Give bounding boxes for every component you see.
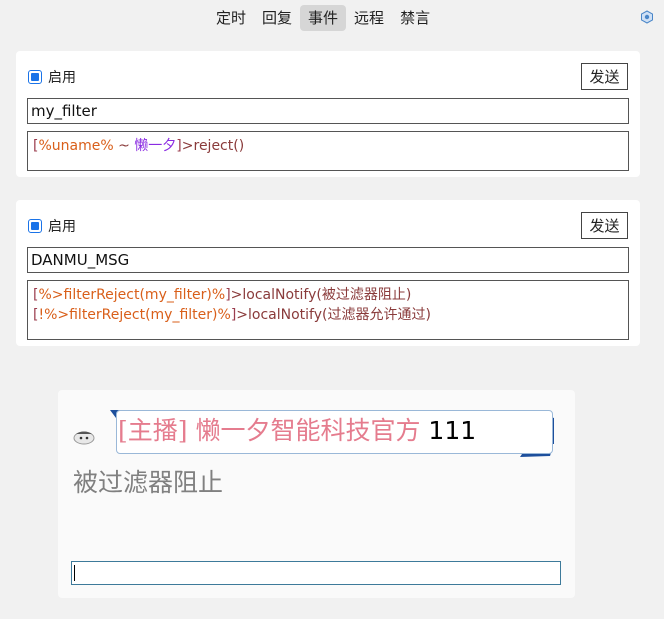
enable-toggle[interactable]: 启用 xyxy=(28,67,76,87)
rule-card: 启用 发送 DANMU_MSG [%>filterReject(my_filte… xyxy=(16,200,640,346)
hexagon-icon[interactable] xyxy=(640,10,654,24)
code-line: [%uname% ~ 懒一夕]>reject() xyxy=(33,136,623,156)
tab-remote[interactable]: 远程 xyxy=(346,5,392,31)
code-token: >reject() xyxy=(181,138,245,154)
danmu-username: [主播] 懒一夕智能科技官方 xyxy=(118,416,421,445)
code-token: %>filterReject(my_filter)% xyxy=(38,287,226,303)
code-token: >localNotify(被过滤器阻止) xyxy=(230,287,412,303)
code-token: %uname% xyxy=(38,138,114,154)
code-token: !%>filterReject(my_filter)% xyxy=(38,307,231,323)
tab-reply[interactable]: 回复 xyxy=(254,5,300,31)
code-token: 懒一夕 xyxy=(134,138,177,154)
danmu-line: [主播] 懒一夕智能科技官方 111 xyxy=(118,413,476,449)
tab-event[interactable]: 事件 xyxy=(300,5,347,31)
rule-code-editor[interactable]: [%uname% ~ 懒一夕]>reject() xyxy=(27,131,629,171)
enable-checkbox[interactable] xyxy=(28,70,42,84)
code-line: [%>filterReject(my_filter)%]>localNotify… xyxy=(33,285,623,305)
enable-label: 启用 xyxy=(48,70,76,86)
tab-bar: 定时 回复 事件 远程 禁言 xyxy=(0,0,664,36)
code-token: ~ xyxy=(113,138,135,154)
preview-panel: [主播] 懒一夕智能科技官方 111 被过滤器阻止 xyxy=(58,390,575,598)
rule-name-input[interactable]: DANMU_MSG xyxy=(27,247,629,273)
rule-name-input[interactable]: my_filter xyxy=(27,98,629,124)
tab-mute[interactable]: 禁言 xyxy=(392,5,438,31)
send-button[interactable]: 发送 xyxy=(581,63,628,90)
notify-result: 被过滤器阻止 xyxy=(73,468,224,497)
avatar-icon xyxy=(73,431,95,445)
code-line: [!%>filterReject(my_filter)%]>localNotif… xyxy=(33,305,623,325)
test-input[interactable] xyxy=(71,561,561,585)
rule-code-editor[interactable]: [%>filterReject(my_filter)%]>localNotify… xyxy=(27,280,629,340)
text-caret xyxy=(74,565,75,581)
send-button[interactable]: 发送 xyxy=(581,212,628,239)
enable-toggle[interactable]: 启用 xyxy=(28,216,76,236)
danmu-message: 111 xyxy=(428,416,477,445)
tab-timer[interactable]: 定时 xyxy=(208,5,254,31)
enable-checkbox[interactable] xyxy=(28,219,42,233)
rule-card: 启用 发送 my_filter [%uname% ~ 懒一夕]>reject() xyxy=(16,51,640,177)
code-token: >localNotify(过滤器允许通过) xyxy=(236,307,431,323)
tabs: 定时 回复 事件 远程 禁言 xyxy=(208,5,438,31)
enable-label: 启用 xyxy=(48,219,76,235)
